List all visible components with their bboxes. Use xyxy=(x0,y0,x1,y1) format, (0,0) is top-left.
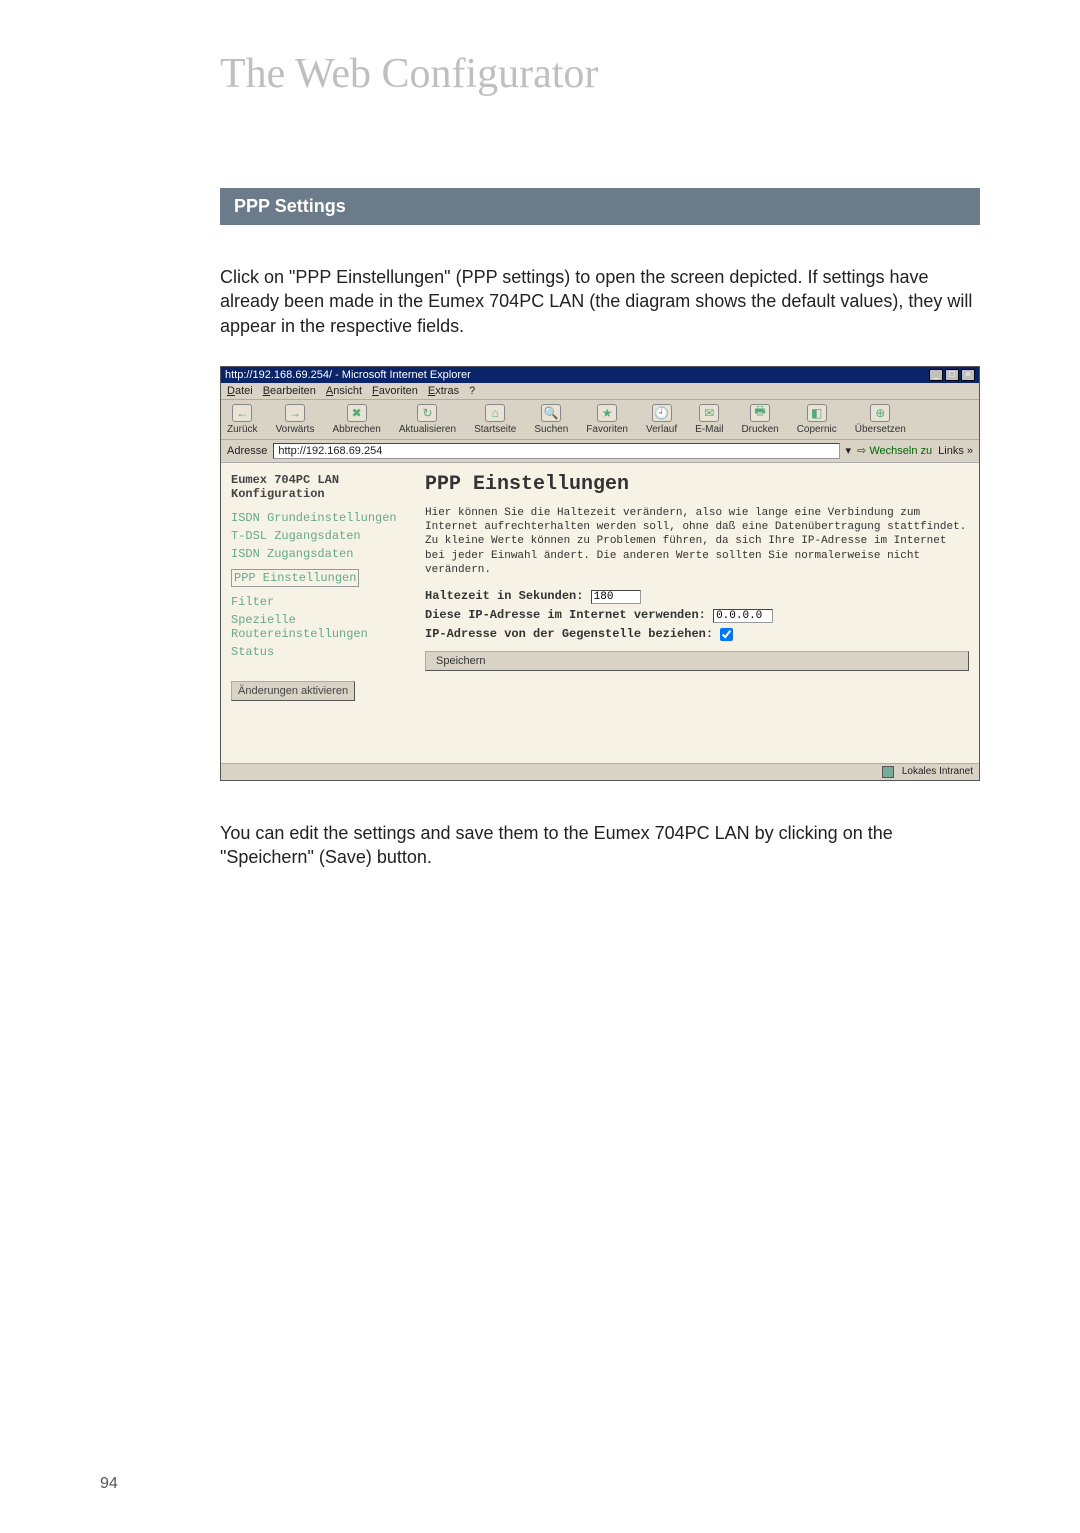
toolbar-label: Übersetzen xyxy=(855,424,906,435)
zone-label: Lokales Intranet xyxy=(902,766,973,777)
toolbar-label: Drucken xyxy=(741,424,778,435)
sidebar-item-3[interactable]: PPP Einstellungen xyxy=(231,569,359,587)
close-icon[interactable]: × xyxy=(961,369,975,381)
menu-extras[interactable]: Extras xyxy=(428,385,459,397)
sidebar-item-6[interactable]: Status xyxy=(231,645,411,659)
getip-label: IP-Adresse von der Gegenstelle beziehen: xyxy=(425,627,713,641)
sidebar-header: Eumex 704PC LAN Konfiguration xyxy=(231,473,411,501)
go-label: Wechseln zu xyxy=(869,445,932,457)
toolbar-refresh-button[interactable]: ↻ Aktualisieren xyxy=(399,404,456,435)
toolbar-home-button[interactable]: ⌂ Startseite xyxy=(474,404,516,435)
back-icon: ← xyxy=(232,404,252,422)
toolbar-label: Abbrechen xyxy=(332,424,380,435)
stop-icon: ✖ xyxy=(347,404,367,422)
toolbar-label: Zurück xyxy=(227,424,258,435)
toolbar-history-button[interactable]: 🕘 Verlauf xyxy=(646,404,677,435)
toolbar-copernic-button[interactable]: ◧ Copernic xyxy=(797,404,837,435)
menu-help[interactable]: ? xyxy=(469,385,475,397)
ie-addressbar: Adresse http://192.168.69.254 ▾ ⇨ Wechse… xyxy=(221,440,979,463)
ie-window-title: http://192.168.69.254/ - Microsoft Inter… xyxy=(225,369,471,381)
intro-paragraph: Click on "PPP Einstellungen" (PPP settin… xyxy=(220,265,980,338)
config-sidebar: Eumex 704PC LAN Konfiguration ISDN Grund… xyxy=(231,473,411,753)
menu-favoriten[interactable]: Favoriten xyxy=(372,385,418,397)
toolbar-label: Startseite xyxy=(474,424,516,435)
sidebar-item-0[interactable]: ISDN Grundeinstellungen xyxy=(231,511,411,525)
home-icon: ⌂ xyxy=(485,404,505,422)
print-icon: 🖶 xyxy=(750,404,770,422)
copernic-icon: ◧ xyxy=(807,404,827,422)
holdtime-input[interactable] xyxy=(591,590,641,604)
sidebar-item-5[interactable]: Spezielle Routereinstellungen xyxy=(231,613,411,641)
menu-datei[interactable]: Datei xyxy=(227,385,253,397)
sidebar-item-4[interactable]: Filter xyxy=(231,595,411,609)
settings-description: Hier können Sie die Haltezeit verändern,… xyxy=(425,506,969,577)
search-icon: 🔍 xyxy=(541,404,561,422)
page-title: The Web Configurator xyxy=(220,50,980,98)
toolbar-forward-button[interactable]: → Vorwärts xyxy=(276,404,315,435)
ie-toolbar: ← Zurück → Vorwärts ✖ Abbrechen ↻ Aktualisieren… xyxy=(221,400,979,440)
menu-ansicht[interactable]: Ansicht xyxy=(326,385,362,397)
address-label: Adresse xyxy=(227,445,267,457)
toolbar-back-button[interactable]: ← Zurück xyxy=(227,404,258,435)
toolbar-translate-button[interactable]: ⊕ Übersetzen xyxy=(855,404,906,435)
toolbar-mail-button[interactable]: ✉ E-Mail xyxy=(695,404,723,435)
address-dropdown-icon[interactable]: ▾ xyxy=(846,444,852,457)
settings-heading: PPP Einstellungen xyxy=(425,473,969,496)
toolbar-label: E-Mail xyxy=(695,424,723,435)
mail-icon: ✉ xyxy=(699,404,719,422)
toolbar-label: Aktualisieren xyxy=(399,424,456,435)
menu-bearbeiten[interactable]: Bearbeiten xyxy=(263,385,316,397)
ie-window: http://192.168.69.254/ - Microsoft Inter… xyxy=(220,366,980,781)
refresh-icon: ↻ xyxy=(417,404,437,422)
toolbar-label: Suchen xyxy=(534,424,568,435)
history-icon: 🕘 xyxy=(652,404,672,422)
ie-titlebar: http://192.168.69.254/ - Microsoft Inter… xyxy=(221,367,979,383)
toolbar-label: Favoriten xyxy=(586,424,628,435)
maximize-icon[interactable]: □ xyxy=(945,369,959,381)
config-main: PPP Einstellungen Hier können Sie die Ha… xyxy=(425,473,969,753)
ie-menubar: Datei Bearbeiten Ansicht Favoriten Extra… xyxy=(221,383,979,400)
toolbar-label: Vorwärts xyxy=(276,424,315,435)
toolbar-favorites-button[interactable]: ★ Favoriten xyxy=(586,404,628,435)
ie-content-area: Eumex 704PC LAN Konfiguration ISDN Grund… xyxy=(221,463,979,763)
useip-label: Diese IP-Adresse im Internet verwenden: xyxy=(425,608,706,622)
activate-changes-button[interactable]: Änderungen aktivieren xyxy=(231,681,355,701)
minimize-icon[interactable]: _ xyxy=(929,369,943,381)
save-button[interactable]: Speichern xyxy=(425,651,969,671)
page-number: 94 xyxy=(100,1475,118,1493)
favorites-icon: ★ xyxy=(597,404,617,422)
useip-input[interactable] xyxy=(713,609,773,623)
sidebar-item-1[interactable]: T-DSL Zugangsdaten xyxy=(231,529,411,543)
toolbar-search-button[interactable]: 🔍 Suchen xyxy=(534,404,568,435)
holdtime-label: Haltezeit in Sekunden: xyxy=(425,589,583,603)
ie-statusbar: Lokales Intranet xyxy=(221,763,979,780)
toolbar-label: Copernic xyxy=(797,424,837,435)
outro-paragraph: You can edit the settings and save them … xyxy=(220,821,980,870)
toolbar-label: Verlauf xyxy=(646,424,677,435)
forward-icon: → xyxy=(285,404,305,422)
go-button[interactable]: ⇨ Wechseln zu xyxy=(857,444,932,457)
section-heading: PPP Settings xyxy=(220,188,980,225)
toolbar-stop-button[interactable]: ✖ Abbrechen xyxy=(332,404,380,435)
zone-icon xyxy=(882,766,894,778)
toolbar-print-button[interactable]: 🖶 Drucken xyxy=(741,404,778,435)
links-label[interactable]: Links » xyxy=(938,445,973,457)
sidebar-item-2[interactable]: ISDN Zugangsdaten xyxy=(231,547,411,561)
getip-checkbox[interactable] xyxy=(720,628,733,641)
address-input[interactable]: http://192.168.69.254 xyxy=(273,443,839,459)
translate-icon: ⊕ xyxy=(870,404,890,422)
